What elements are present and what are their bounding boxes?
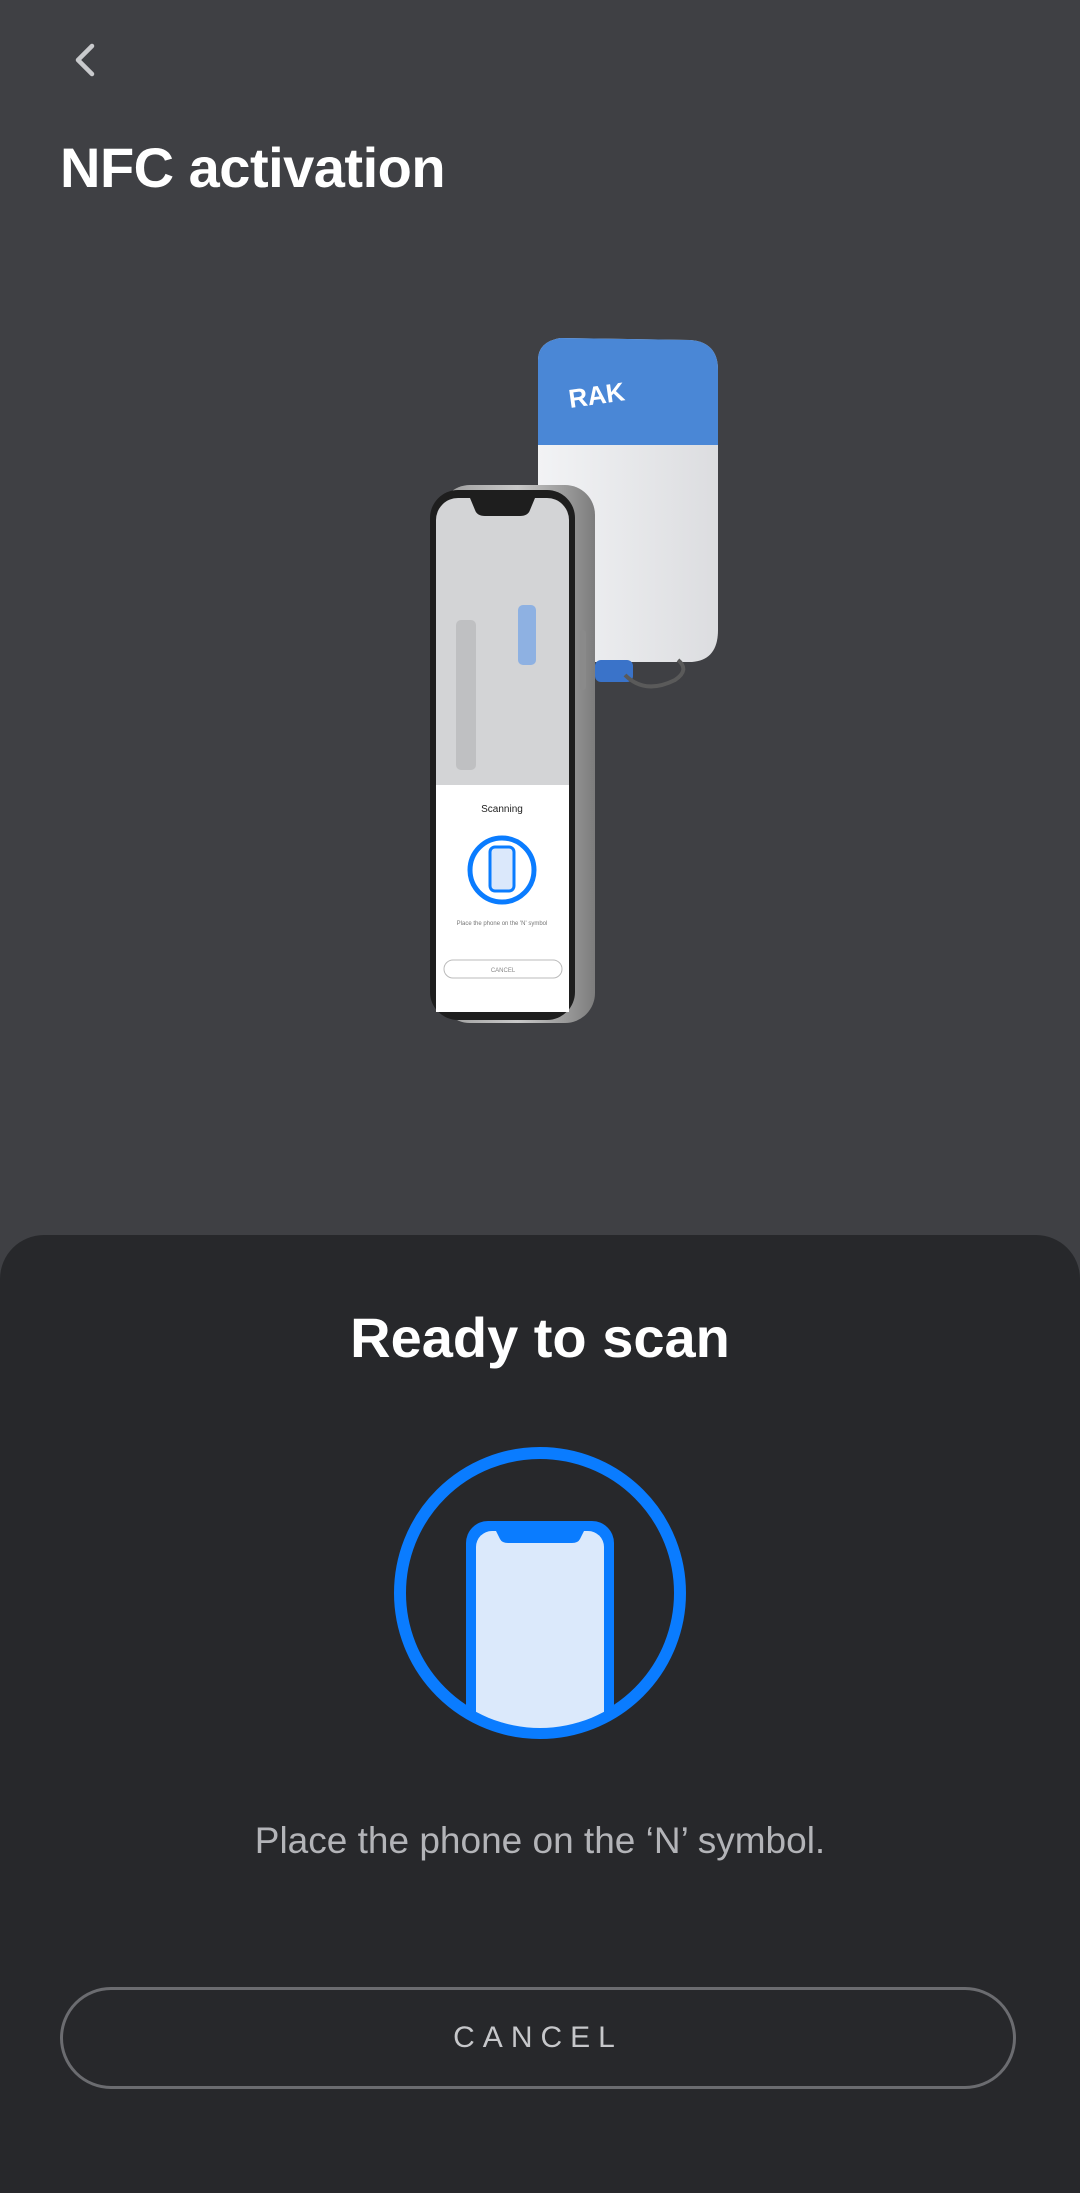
mini-cancel-text: CANCEL	[491, 968, 516, 974]
chevron-left-icon	[75, 43, 95, 77]
mini-scanning-text: Scanning	[481, 804, 523, 815]
cancel-button[interactable]: CANCEL	[60, 1987, 1016, 2089]
nfc-illustration: RAK Scanning Place the phone on the 'N' …	[420, 330, 730, 1030]
top-bar	[0, 0, 1080, 130]
scan-instruction-text: Place the phone on the ‘N’ symbol.	[254, 1820, 826, 1861]
page-title: NFC activation	[60, 136, 446, 199]
sheet-title: Ready to scan	[350, 1306, 730, 1369]
phone-scan-icon	[394, 1447, 686, 1739]
mini-instruction-text: Place the phone on the 'N' symbol	[457, 921, 548, 927]
back-button[interactable]	[56, 30, 116, 90]
phone-and-device-image: RAK Scanning Place the phone on the 'N' …	[430, 338, 718, 1023]
scan-bottom-sheet: Ready to scan Place the phone on the ‘N’…	[0, 1235, 1080, 2193]
phone-illustration: Scanning Place the phone on the 'N' symb…	[430, 485, 595, 1023]
